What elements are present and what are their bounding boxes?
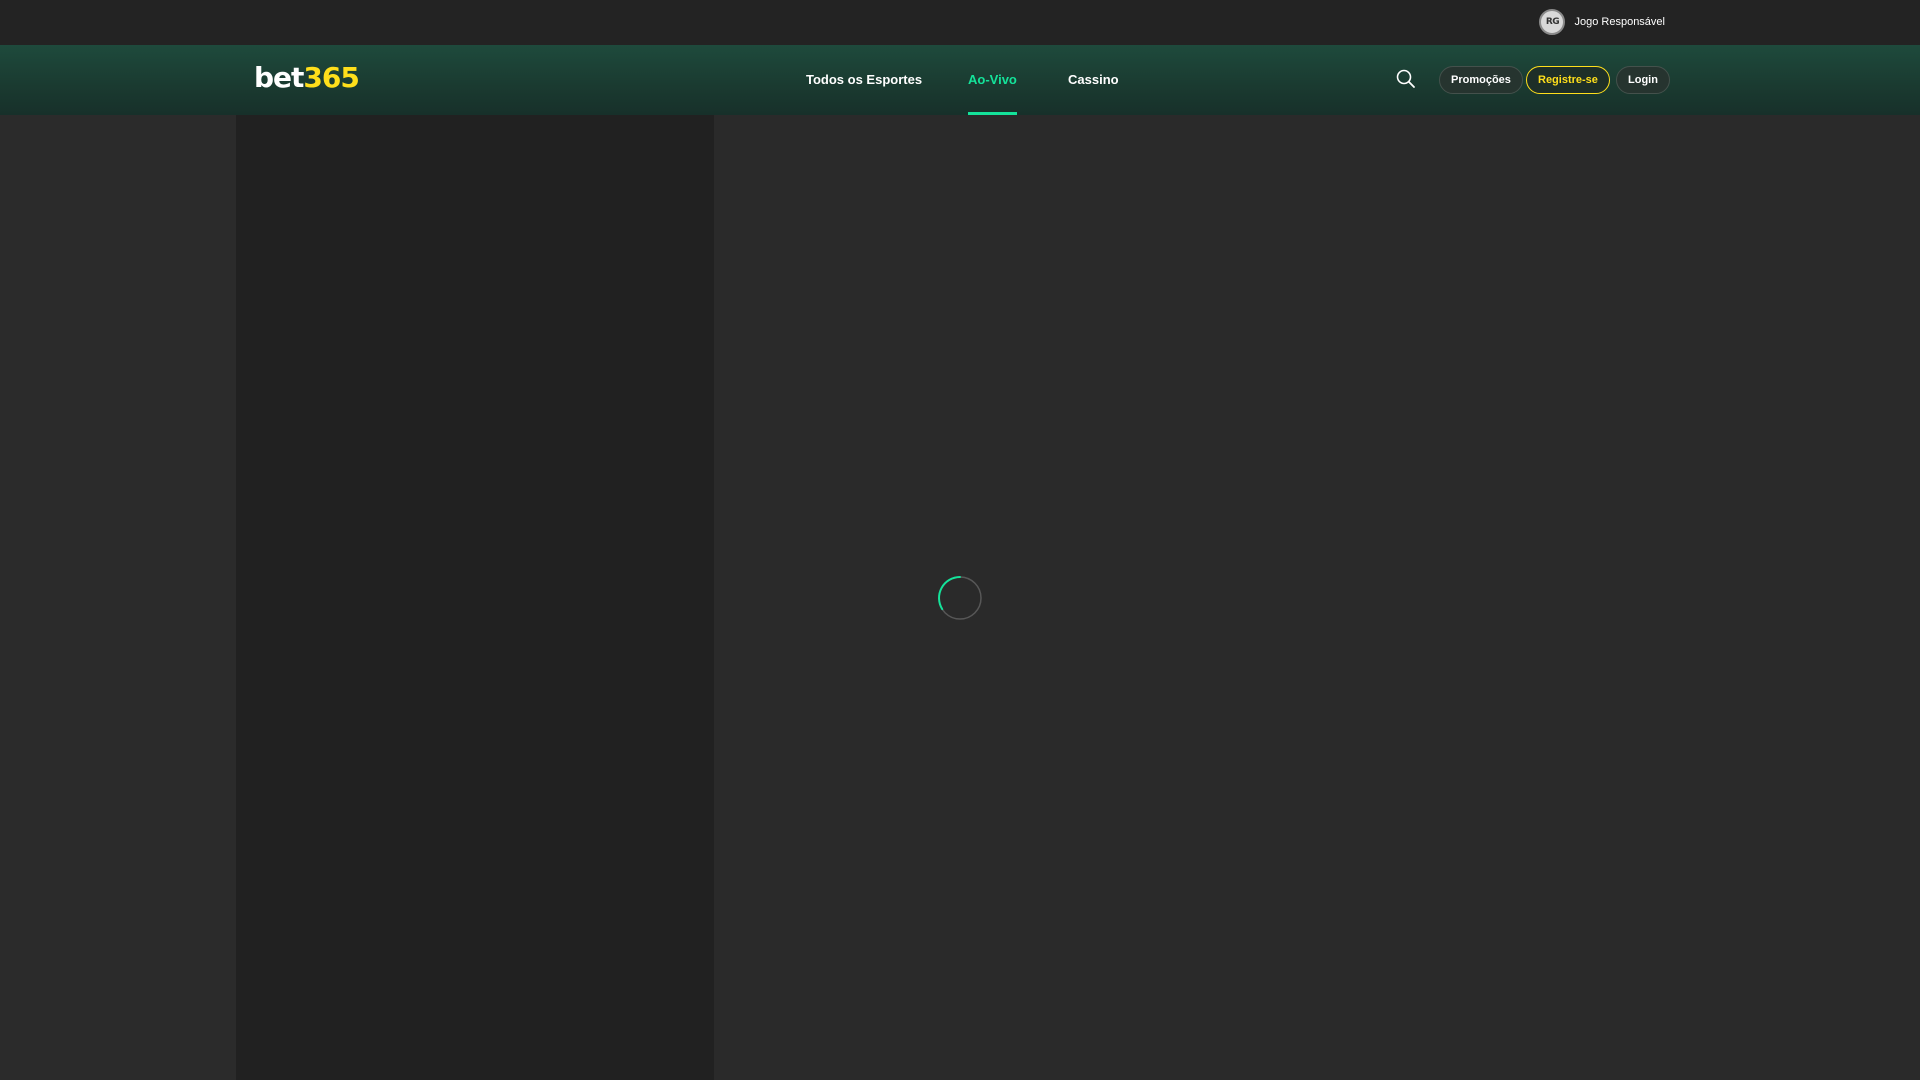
responsible-gaming-label: Jogo Responsável <box>1574 16 1665 28</box>
promotions-button[interactable]: Promoções <box>1439 66 1523 94</box>
search-icon[interactable] <box>1395 68 1417 90</box>
sports-sidebar <box>236 115 714 1080</box>
main-navigation-bar: bet365 Todos os Esportes Ao-Vivo Cassino… <box>0 45 1920 115</box>
loading-spinner-icon <box>937 575 983 621</box>
nav-item-todos-os-esportes[interactable]: Todos os Esportes <box>806 45 922 115</box>
login-button[interactable]: Login <box>1616 66 1670 94</box>
register-button[interactable]: Registre-se <box>1526 66 1610 94</box>
rg-badge-icon: RG <box>1539 9 1566 35</box>
left-gutter <box>0 115 236 1080</box>
nav-item-ao-vivo[interactable]: Ao-Vivo <box>968 45 1017 115</box>
responsible-gaming-link[interactable]: RG Jogo Responsável <box>1539 9 1665 35</box>
main-content-area <box>714 115 1920 1080</box>
nav-item-cassino[interactable]: Cassino <box>1068 45 1119 115</box>
top-utility-bar: RG Jogo Responsável <box>0 0 1920 45</box>
